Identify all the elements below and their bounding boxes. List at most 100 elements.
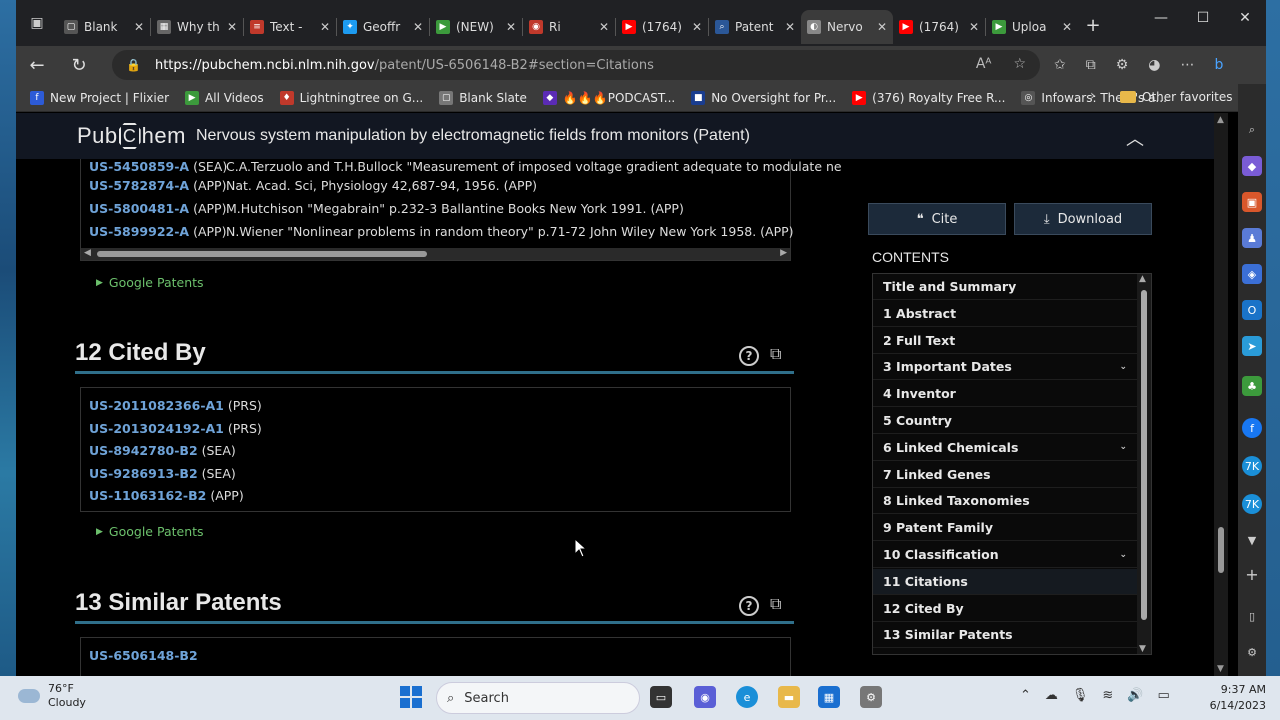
bookmarks-overflow-icon[interactable]: › <box>1090 88 1096 104</box>
tab-3[interactable]: ✦ Geoffr ✕ <box>337 10 429 44</box>
close-tab-icon[interactable]: ✕ <box>506 20 516 34</box>
chevron-down-icon[interactable]: ⌄ <box>1119 550 1127 560</box>
tab-2[interactable]: ≡ Text - ✕ <box>244 10 336 44</box>
collections-icon[interactable]: ⧉ <box>1086 57 1096 73</box>
taskbar-search[interactable]: ⌕ Search <box>436 682 640 714</box>
copilot-icon[interactable]: ◈ <box>1242 264 1262 284</box>
toc-item[interactable]: 9 Patent Family <box>873 515 1137 542</box>
toc-item[interactable]: 6 Linked Chemicals ⌄ <box>873 435 1137 461</box>
patent-id-link[interactable]: US-5450859-A <box>89 159 189 174</box>
chevron-down-icon[interactable]: ⌄ <box>1119 442 1127 452</box>
games-icon[interactable]: ♟ <box>1242 228 1262 248</box>
maximize-icon[interactable]: ☐ <box>1182 0 1224 36</box>
google-patents-toggle-2[interactable]: ▶ Google Patents <box>96 524 204 539</box>
outlook-icon[interactable]: O <box>1242 300 1262 320</box>
patent-id-link[interactable]: US-2013024192-A1 <box>89 421 224 436</box>
tk-icon[interactable]: 7K <box>1242 456 1262 476</box>
close-tab-icon[interactable]: ✕ <box>1062 20 1072 34</box>
favorites-icon[interactable]: ✩ <box>1054 57 1066 73</box>
bookmark-item[interactable]: ◆ 🔥🔥🔥PODCAST... <box>535 90 683 105</box>
close-tab-icon[interactable]: ✕ <box>599 20 609 34</box>
search-icon[interactable]: ⌕ <box>1242 120 1262 140</box>
chevron-down-icon[interactable]: ▼ <box>1242 530 1262 550</box>
tree-icon[interactable]: ♣ <box>1242 376 1262 396</box>
tab-4[interactable]: ▶ (NEW) ✕ <box>430 10 522 44</box>
weather-widget[interactable]: 76°F Cloudy <box>18 682 86 710</box>
windows-start-icon[interactable] <box>400 686 422 708</box>
external-link-icon[interactable]: ⧉ <box>770 344 781 364</box>
patent-id-link[interactable]: US-2011082366-A1 <box>89 398 224 413</box>
url-field[interactable]: 🔒 https://pubchem.ncbi.nlm.nih.gov/paten… <box>112 50 1040 80</box>
bookmark-item[interactable]: ■ No Oversight for Pr... <box>683 90 844 105</box>
wifi-icon[interactable]: ≋ <box>1102 688 1113 703</box>
tab-6[interactable]: ▶ (1764) ✕ <box>616 10 708 44</box>
toc-item[interactable]: 4 Inventor <box>873 381 1137 408</box>
chevron-down-icon[interactable]: ⌄ <box>1119 362 1127 372</box>
scroll-up-icon[interactable]: ▲ <box>1139 274 1146 284</box>
toc-item[interactable]: 12 Cited By <box>873 596 1137 622</box>
minimize-icon[interactable]: — <box>1140 0 1182 36</box>
close-window-icon[interactable]: ✕ <box>1224 0 1266 36</box>
add-icon[interactable]: + <box>1242 564 1262 584</box>
patent-id-link[interactable]: US-5899922-A <box>89 224 189 239</box>
toc-item[interactable]: 3 Important Dates ⌄ <box>873 354 1137 381</box>
toc-item[interactable]: 5 Country <box>873 408 1137 434</box>
edge-icon[interactable]: e <box>736 686 758 708</box>
scroll-right-icon[interactable]: ▶ <box>780 248 787 258</box>
help-icon[interactable]: ? <box>739 596 759 616</box>
send-icon[interactable]: ➤ <box>1242 336 1262 356</box>
microphone-icon[interactable]: 🎙 <box>1072 688 1089 703</box>
file-explorer-icon[interactable]: ▬ <box>778 686 800 708</box>
close-tab-icon[interactable]: ✕ <box>134 20 144 34</box>
store-icon[interactable]: ▦ <box>818 686 840 708</box>
tab-7[interactable]: ⌕ Patent ✕ <box>709 10 801 44</box>
close-tab-icon[interactable]: ✕ <box>320 20 330 34</box>
battery-icon[interactable]: ▭ <box>1158 688 1170 703</box>
bookmark-item[interactable]: ▢ Blank Slate <box>431 90 535 105</box>
scroll-left-icon[interactable]: ◀ <box>84 248 91 258</box>
cite-button[interactable]: ❝ Cite <box>868 203 1006 235</box>
refresh-icon[interactable]: ↻ <box>58 55 100 76</box>
toc-scroll-thumb[interactable] <box>1141 290 1147 620</box>
bookmark-item[interactable]: ▶ All Videos <box>177 90 272 105</box>
horizontal-scrollbar[interactable]: ◀ ▶ <box>81 248 790 260</box>
task-view-icon[interactable]: ▭ <box>650 686 672 708</box>
bookmark-item[interactable]: ▶ (376) Royalty Free R... <box>844 90 1013 105</box>
chevron-up-icon[interactable]: ⌃ <box>1020 688 1031 703</box>
split-view-icon[interactable]: ▯ <box>1242 606 1262 626</box>
onedrive-icon[interactable]: ☁ <box>1045 688 1058 703</box>
back-icon[interactable]: ← <box>16 55 58 76</box>
scroll-down-icon[interactable]: ▼ <box>1217 664 1224 674</box>
toc-item[interactable]: Title and Summary <box>873 274 1137 300</box>
google-patents-toggle[interactable]: ▶ Google Patents <box>96 275 204 290</box>
patent-id-link[interactable]: US-9286913-B2 <box>89 466 198 481</box>
page-scroll-thumb[interactable] <box>1218 527 1224 573</box>
tag-icon[interactable]: ◆ <box>1242 156 1262 176</box>
patent-id-link[interactable]: US-11063162-B2 <box>89 488 206 503</box>
tab-actions-icon[interactable]: ▣ <box>16 0 58 46</box>
favorite-star-icon[interactable]: ☆ <box>1013 56 1026 72</box>
page-scrollbar[interactable]: ▲ ▼ <box>1214 113 1228 676</box>
more-icon[interactable]: ⋯ <box>1181 57 1195 73</box>
close-tab-icon[interactable]: ✕ <box>413 20 423 34</box>
tab-8[interactable]: ◐ Nervo ✕ <box>801 10 893 44</box>
scroll-down-icon[interactable]: ▼ <box>1139 644 1146 654</box>
scroll-up-icon[interactable]: ▲ <box>1217 115 1224 125</box>
facebook-icon[interactable]: f <box>1242 418 1262 438</box>
volume-icon[interactable]: 🔊 <box>1127 688 1143 703</box>
other-favorites[interactable]: Other favorites <box>1120 90 1233 104</box>
tab-1[interactable]: ▦ Why th ✕ <box>151 10 243 44</box>
bing-icon[interactable]: b <box>1215 57 1224 73</box>
tab-5[interactable]: ◉ Ri ✕ <box>523 10 615 44</box>
list-item[interactable]: US-6506148-B2 <box>89 648 198 663</box>
patent-id-link[interactable]: US-8942780-B2 <box>89 443 198 458</box>
close-tab-icon[interactable]: ✕ <box>877 20 887 34</box>
patent-id-link[interactable]: US-6506148-B2 <box>89 648 198 663</box>
new-tab-icon[interactable]: + <box>1078 15 1108 36</box>
settings-icon[interactable]: ⚙ <box>1242 642 1262 662</box>
tab-10[interactable]: ▶ Uploa ✕ <box>986 10 1078 44</box>
tab-9[interactable]: ▶ (1764) ✕ <box>893 10 985 44</box>
patent-id-link[interactable]: US-5782874-A <box>89 178 189 193</box>
toc-item[interactable]: 2 Full Text <box>873 328 1137 354</box>
close-tab-icon[interactable]: ✕ <box>692 20 702 34</box>
